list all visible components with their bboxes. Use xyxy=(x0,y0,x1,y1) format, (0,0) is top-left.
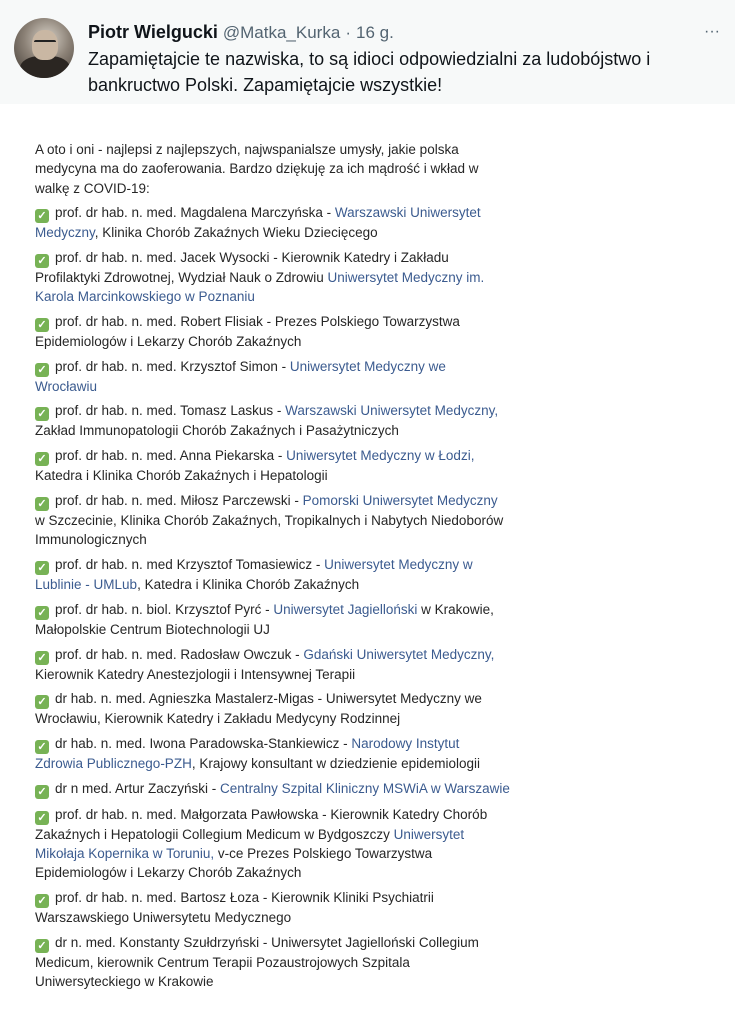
list-item: ✓ prof. dr hab. n. med. Anna Piekarska - … xyxy=(35,446,510,485)
list-item: ✓ prof. dr hab. n. med. Bartosz Łoza - Ki… xyxy=(35,888,510,927)
entry-text: prof. dr hab. n. med. Radosław Owczuk - xyxy=(55,646,304,662)
entry-text-suffix: w Szczecinie, Klinika Chorób Zakaźnych, … xyxy=(35,512,504,548)
tweet-text: Zapamiętajcie te nazwiska, to są idioci … xyxy=(88,49,651,95)
list-item: ✓ dr hab. n. med. Iwona Paradowska-Stanki… xyxy=(35,734,510,773)
check-mark-icon: ✓ xyxy=(35,893,49,908)
institution-link[interactable]: Uniwersytet Medyczny w Łodzi, xyxy=(286,448,474,463)
check-mark-icon: ✓ xyxy=(35,407,49,422)
institution-link[interactable]: Warszawski Uniwersytet Medyczny, xyxy=(285,403,498,418)
avatar[interactable] xyxy=(14,18,74,78)
check-mark-icon: ✓ xyxy=(35,561,49,576)
list-item: ✓ dr n med. Artur Zaczyński - Centralny S… xyxy=(35,779,510,800)
check-mark-icon: ✓ xyxy=(35,605,49,620)
doctor-list: ✓ prof. dr hab. n. med. Magdalena Marczyń… xyxy=(35,203,510,991)
avatar-glasses-shape xyxy=(34,40,56,47)
user-handle[interactable]: @Matka_Kurka xyxy=(223,23,340,42)
institution-link[interactable]: Gdański Uniwersytet Medyczny, xyxy=(303,647,494,662)
entry-text: prof. dr hab. n. med Krzysztof Tomasiewi… xyxy=(55,557,325,573)
entry-text: prof. dr hab. n. med. Krzysztof Simon - xyxy=(55,358,290,374)
list-item: ✓ dr hab. n. med. Agnieszka Mastalerz-Mig… xyxy=(35,689,510,728)
author-line: Piotr Wielgucki @Matka_Kurka · 16 g. xyxy=(88,20,394,45)
list-item: ✓ prof. dr hab. n. med. Krzysztof Simon -… xyxy=(35,357,510,396)
list-item: ✓ prof. dr hab. n. med. Miłosz Parczewski… xyxy=(35,491,510,550)
list-item: ✓ prof. dr hab. n. med Krzysztof Tomasiew… xyxy=(35,555,510,594)
check-mark-icon: ✓ xyxy=(35,810,49,825)
list-item: ✓ prof. dr hab. n. med. Jacek Wysocki - K… xyxy=(35,248,510,307)
check-mark-icon: ✓ xyxy=(35,695,49,710)
list-item: ✓ prof. dr hab. n. med. Tomasz Laskus - W… xyxy=(35,401,510,440)
check-mark-icon: ✓ xyxy=(35,650,49,665)
list-item: ✓ prof. dr hab. n. med. Radosław Owczuk -… xyxy=(35,645,510,684)
more-options-icon[interactable]: ··· xyxy=(698,22,726,42)
list-item: ✓ dr n. med. Konstanty Szułdrzyński - Uni… xyxy=(35,933,510,992)
institution-link[interactable]: Pomorski Uniwersytet Medyczny xyxy=(303,493,498,508)
post-intro: A oto i oni - najlepsi z najlepszych, na… xyxy=(35,142,479,196)
check-mark-icon: ✓ xyxy=(35,452,49,467)
entry-text-suffix: Katedra i Klinika Chorób Zakaźnych i Hep… xyxy=(35,468,328,484)
list-item: ✓ prof. dr hab. n. med. Magdalena Marczyń… xyxy=(35,203,510,242)
check-mark-icon: ✓ xyxy=(35,362,49,377)
check-mark-icon: ✓ xyxy=(35,785,49,800)
entry-text: dr hab. n. med. Iwona Paradowska-Stankie… xyxy=(55,736,352,752)
screenshot-post-body: A oto i oni - najlepsi z najlepszych, na… xyxy=(35,140,510,997)
entry-text: prof. dr hab. n. med. Magdalena Marczyńs… xyxy=(55,204,335,220)
check-mark-icon: ✓ xyxy=(35,253,49,268)
list-item: ✓ prof. dr hab. n. med. Małgorzata Pawłow… xyxy=(35,805,510,883)
entry-text: dr hab. n. med. Agnieszka Mastalerz-Miga… xyxy=(35,691,482,727)
check-mark-icon: ✓ xyxy=(35,938,49,953)
entry-text: prof. dr hab. n. med. Miłosz Parczewski … xyxy=(55,492,303,508)
check-mark-icon: ✓ xyxy=(35,208,49,223)
display-name[interactable]: Piotr Wielgucki xyxy=(88,22,218,42)
entry-text: prof. dr hab. n. med. Robert Flisiak - P… xyxy=(35,313,460,349)
entry-text: dr n. med. Konstanty Szułdrzyński - Uniw… xyxy=(35,934,479,990)
entry-text-suffix: , Krajowy konsultant w dziedzienie epide… xyxy=(191,756,480,772)
timestamp[interactable]: 16 g. xyxy=(356,23,394,42)
entry-text-suffix: , Katedra i Klinika Chorób Zakaźnych xyxy=(137,577,360,593)
entry-text: prof. dr hab. n. biol. Krzysztof Pyrć - xyxy=(55,601,274,617)
check-mark-icon: ✓ xyxy=(35,740,49,755)
institution-link[interactable]: Centralny Szpital Kliniczny MSWiA w Wars… xyxy=(220,781,510,796)
list-item: ✓ prof. dr hab. n. biol. Krzysztof Pyrć -… xyxy=(35,600,510,639)
institution-link[interactable]: Uniwersytet Jagielloński xyxy=(273,602,417,617)
entry-text-suffix: Zakład Immunopatologii Chorób Zakaźnych … xyxy=(35,423,399,439)
entry-text: prof. dr hab. n. med. Anna Piekarska - xyxy=(55,448,287,464)
entry-text: prof. dr hab. n. med. Bartosz Łoza - Kie… xyxy=(35,889,434,925)
list-item: ✓ prof. dr hab. n. med. Robert Flisiak - … xyxy=(35,312,510,351)
entry-text: dr n med. Artur Zaczyński - xyxy=(55,781,221,797)
check-mark-icon: ✓ xyxy=(35,496,49,511)
entry-text: prof. dr hab. n. med. Tomasz Laskus - xyxy=(55,403,286,419)
check-mark-icon: ✓ xyxy=(35,317,49,332)
separator: · xyxy=(345,23,351,42)
entry-text-suffix: Kierownik Katedry Anestezjologii i Inten… xyxy=(35,666,356,682)
entry-text-suffix: , Klinika Chorób Zakaźnych Wieku Dziecię… xyxy=(94,224,378,240)
tweet-header: Piotr Wielgucki @Matka_Kurka · 16 g. ···… xyxy=(0,0,735,104)
